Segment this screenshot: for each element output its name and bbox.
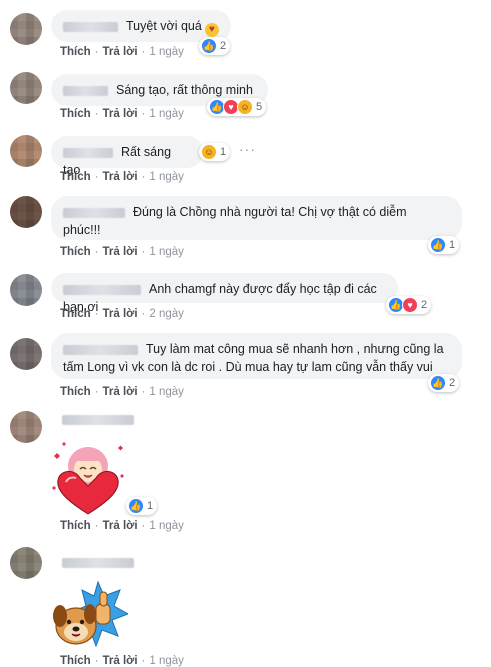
reaction-summary[interactable]: 👍 1 <box>428 236 460 254</box>
like-reaction-icon: 👍 <box>201 38 217 54</box>
haha-reaction-icon: ☺ <box>201 144 217 160</box>
comment-text: Tuyệt vời quá <box>126 19 202 33</box>
comment-text-line-2: tấm Long vì vk con là dc roi . Dù mua ha… <box>63 360 433 374</box>
author-name[interactable] <box>63 85 108 96</box>
comment-actions: Thích · Trả lời · 1 ngày <box>60 108 184 120</box>
reply-link[interactable]: Trả lời <box>103 108 138 120</box>
avatar[interactable] <box>10 411 42 443</box>
avatar[interactable] <box>10 135 42 167</box>
timestamp[interactable]: 1 ngày <box>149 46 184 58</box>
like-link[interactable]: Thích <box>60 246 91 258</box>
avatar[interactable] <box>10 547 42 579</box>
heart-girl-sticker[interactable] <box>48 436 128 516</box>
like-link[interactable]: Thích <box>60 171 91 183</box>
timestamp[interactable]: 1 ngày <box>149 655 184 667</box>
avatar[interactable] <box>10 13 42 45</box>
reply-link[interactable]: Trả lời <box>103 308 138 320</box>
reaction-summary[interactable]: ☺ 1 <box>199 143 231 161</box>
like-link[interactable]: Thích <box>60 386 91 398</box>
reply-link[interactable]: Trả lời <box>103 655 138 667</box>
avatar[interactable] <box>10 338 42 370</box>
comment-text-line-1: Tuy làm mat công mua sẽ nhanh hơn , nhưn… <box>146 342 444 356</box>
timestamp[interactable]: 1 ngày <box>149 386 184 398</box>
author-name[interactable] <box>62 415 134 425</box>
like-link[interactable]: Thích <box>60 520 91 532</box>
reaction-summary[interactable]: 👍 2 <box>428 374 460 392</box>
comment-actions: Thích · Trả lời · 1 ngày <box>60 386 184 398</box>
author-name[interactable] <box>63 21 118 32</box>
love-reaction-icon: ♥ <box>402 297 418 313</box>
reply-link[interactable]: Trả lời <box>103 386 138 398</box>
avatar[interactable] <box>10 274 42 306</box>
timestamp[interactable]: 1 ngày <box>149 108 184 120</box>
author-name[interactable] <box>62 558 134 568</box>
avatar[interactable] <box>10 72 42 104</box>
comment-actions: Thích · Trả lời · 1 ngày <box>60 46 184 58</box>
like-link[interactable]: Thích <box>60 46 91 58</box>
comment-actions: Thích · Trả lời · 1 ngày <box>60 171 184 183</box>
comment-actions: Thích · Trả lời · 1 ngày <box>60 520 184 532</box>
avatar[interactable] <box>10 196 42 228</box>
reaction-summary[interactable]: 👍 ♥ ☺ 5 <box>207 98 267 116</box>
comment-bubble: Anh chamgf này được đẩy học tập đi các b… <box>51 273 398 314</box>
reply-link[interactable]: Trả lời <box>103 246 138 258</box>
heart-eyes-emoji-icon: ♥ <box>204 23 219 37</box>
timestamp[interactable]: 1 ngày <box>149 246 184 258</box>
reply-link[interactable]: Trả lời <box>103 46 138 58</box>
like-reaction-icon: 👍 <box>430 237 446 253</box>
reaction-summary[interactable]: 👍 1 <box>126 497 158 515</box>
reaction-summary[interactable]: 👍 2 <box>199 37 231 55</box>
like-reaction-icon: 👍 <box>128 498 144 514</box>
comment-text-line-1: Đúng là Chồng nhà người ta! Chị vợ thật … <box>133 205 407 219</box>
timestamp[interactable]: 1 ngày <box>149 171 184 183</box>
reaction-summary[interactable]: 👍 ♥ 2 <box>386 296 432 314</box>
author-name[interactable] <box>63 147 113 158</box>
comment-bubble: Tuy làm mat công mua sẽ nhanh hơn , nhưn… <box>51 333 462 379</box>
author-name[interactable] <box>63 344 138 355</box>
comment-bubble: Đúng là Chồng nhà người ta! Chị vợ thật … <box>51 196 462 240</box>
reply-link[interactable]: Trả lời <box>103 171 138 183</box>
dog-thumbs-up-sticker[interactable] <box>50 578 128 653</box>
haha-reaction-icon: ☺ <box>237 99 253 115</box>
timestamp[interactable]: 2 ngày <box>149 308 184 320</box>
more-options-icon[interactable]: ··· <box>239 141 256 157</box>
like-reaction-icon: 👍 <box>430 375 446 391</box>
author-name[interactable] <box>63 284 141 295</box>
comment-bubble: Rất sáng tạo <box>51 136 203 177</box>
comment-text-line-2: phúc!!! <box>63 223 101 237</box>
reply-link[interactable]: Trả lời <box>103 520 138 532</box>
comment-text: Sáng tạo, rất thông minh <box>116 83 253 97</box>
comment-actions: Thích · Trả lời · 2 ngày <box>60 308 184 320</box>
comment-actions: Thích · Trả lời · 1 ngày <box>60 246 184 258</box>
author-name[interactable] <box>63 207 125 218</box>
comment-actions: Thích · Trả lời · 1 ngày <box>60 655 184 667</box>
like-link[interactable]: Thích <box>60 655 91 667</box>
like-link[interactable]: Thích <box>60 308 91 320</box>
like-link[interactable]: Thích <box>60 108 91 120</box>
timestamp[interactable]: 1 ngày <box>149 520 184 532</box>
